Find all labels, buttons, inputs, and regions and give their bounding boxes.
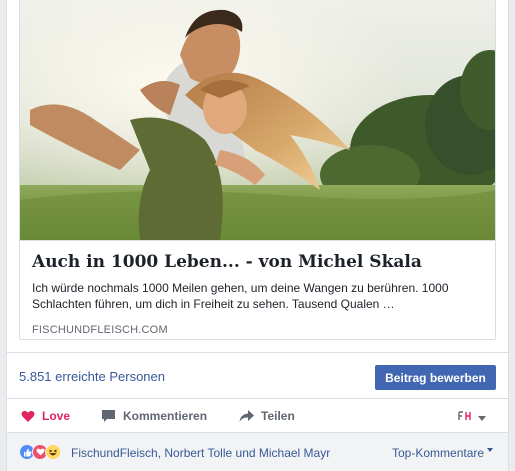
boost-post-button[interactable]: Beitrag bewerben (375, 365, 496, 390)
reaction-icons[interactable] (19, 444, 61, 460)
reach-row: 5.851 erreichte Personen Beitrag bewerbe… (7, 352, 508, 399)
couple-photo (20, 0, 495, 240)
speech-bubble-icon (101, 409, 116, 423)
link-preview[interactable]: Auch in 1000 Leben... - von Michel Skala… (19, 0, 496, 340)
reach-count-link[interactable]: 5.851 erreichte Personen (19, 369, 165, 384)
heart-outline-icon (21, 410, 35, 423)
page-identity-selector[interactable] (457, 409, 486, 428)
comment-button[interactable]: Kommentieren (101, 407, 207, 425)
chevron-down-icon (487, 448, 494, 452)
reactions-row: FischundFleisch, Norbert Tolle und Micha… (7, 432, 508, 471)
chevron-down-icon (478, 416, 486, 421)
comment-label: Kommentieren (123, 409, 208, 423)
link-preview-text[interactable]: Auch in 1000 Leben... - von Michel Skala… (20, 240, 495, 339)
share-button[interactable]: Teilen (239, 407, 295, 425)
page-avatar-icon (457, 409, 473, 428)
link-description: Ich würde nochmals 1000 Meilen gehen, um… (32, 281, 449, 311)
link-title[interactable]: Auch in 1000 Leben... - von Michel Skala (32, 251, 485, 273)
post-card: Auch in 1000 Leben... - von Michel Skala… (6, 0, 509, 471)
link-domain: FISCHUNDFLEISCH.COM (32, 324, 168, 336)
love-button[interactable]: Love (21, 407, 70, 425)
comment-sort-label: Top-Kommentare (392, 446, 485, 460)
share-arrow-icon (239, 409, 254, 423)
share-label: Teilen (261, 409, 295, 423)
reaction-names-link[interactable]: FischundFleisch, Norbert Tolle und Micha… (71, 446, 330, 460)
comment-sort-selector[interactable]: Top-Kommentare (392, 446, 494, 460)
love-label: Love (42, 409, 71, 423)
action-row: Love Kommentieren Teilen (7, 400, 508, 432)
haha-icon (45, 444, 61, 460)
